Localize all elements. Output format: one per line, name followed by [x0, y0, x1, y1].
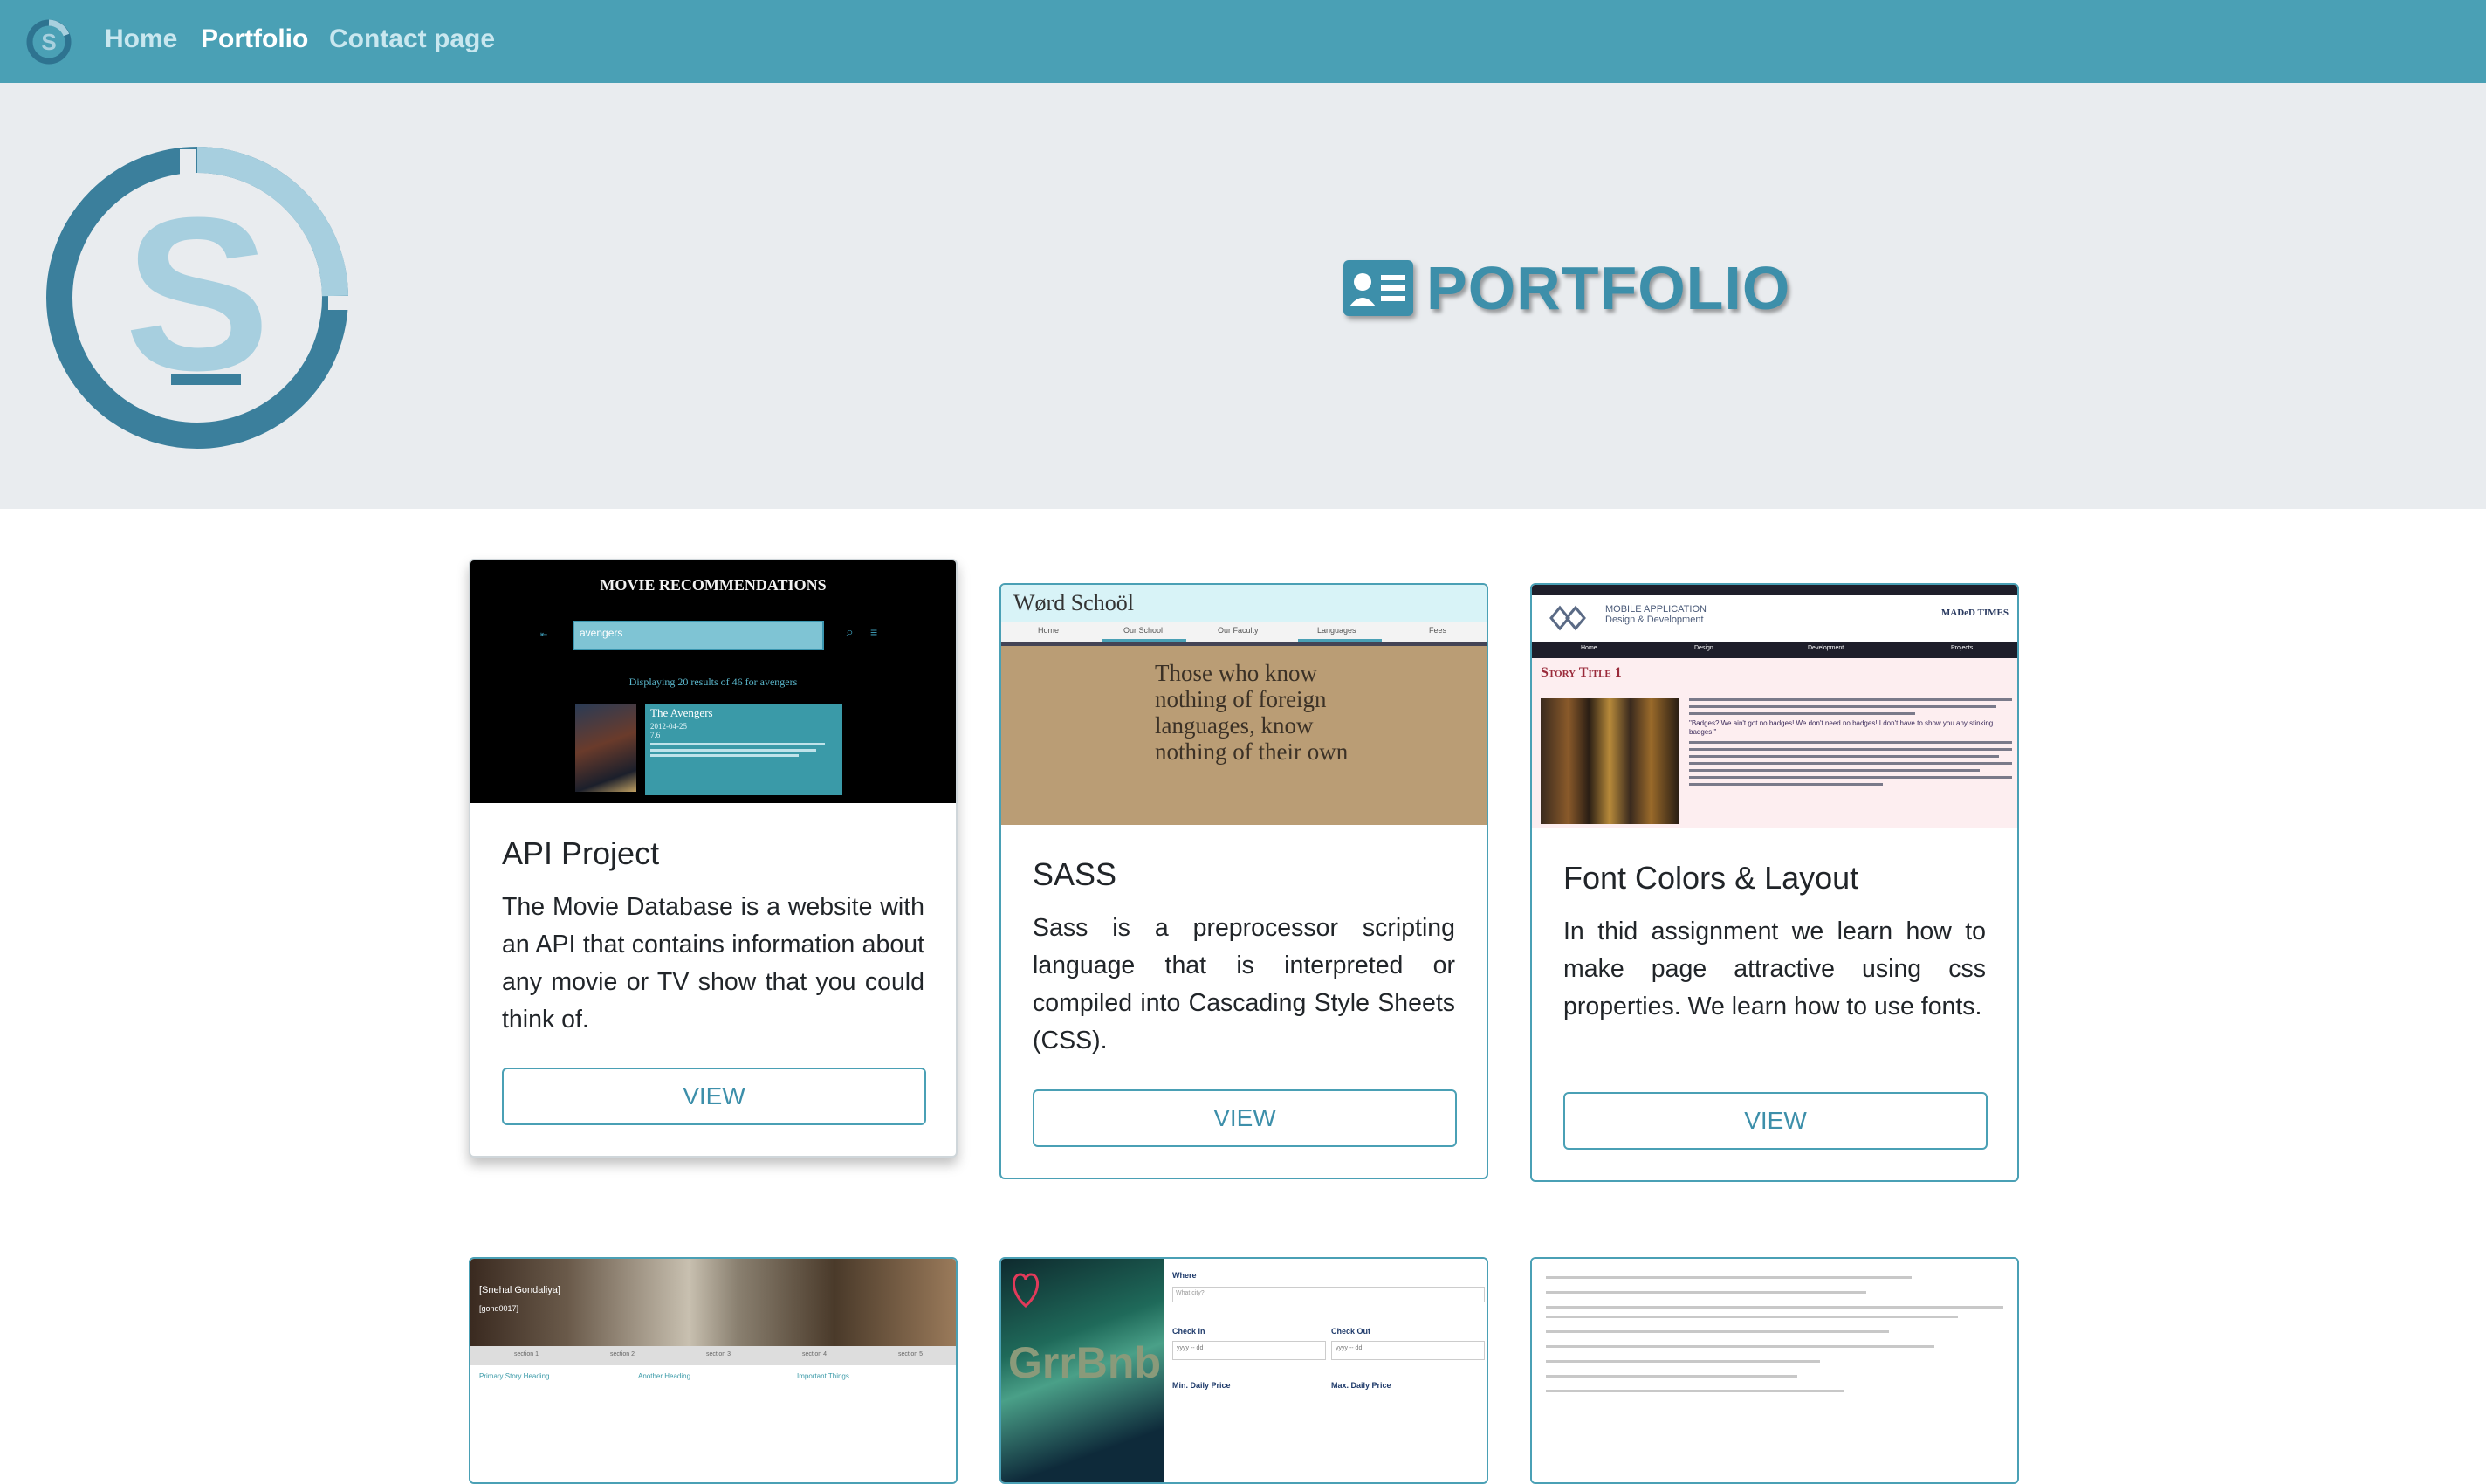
thumb-story-title: Story Title 1: [1541, 665, 1622, 680]
thumb-sections: section 1 section 2 section 3 section 4 …: [470, 1346, 956, 1365]
thumb-brand: Wørd Schoöl: [1013, 590, 1134, 615]
project-thumbnail[interactable]: [Snehal Gondaliya] [gond0017] section 1 …: [470, 1259, 956, 1482]
hero-banner: S PORTFOLIO: [0, 83, 2486, 509]
navbar: S Home Portfolio Contact page: [0, 0, 2486, 83]
brand-logo-icon[interactable]: S: [24, 17, 73, 66]
project-thumbnail[interactable]: Wørd Schoöl Home Our School Our Faculty …: [1001, 585, 1487, 825]
thumb-movie-panel: The Avengers 2012-04-25 7.6: [645, 704, 842, 795]
hero-logo-icon: S: [46, 147, 354, 449]
thumb-back-icon: ⇤: [540, 630, 548, 639]
project-thumbnail[interactable]: [1532, 1259, 2017, 1482]
thumb-badges-quote: "Badges? We ain't got no badges! We don'…: [1689, 719, 1994, 736]
thumb-aurora-image: GrrBnb: [1001, 1259, 1164, 1482]
thumb-movie-rating: 7.6: [650, 731, 661, 739]
id-card-icon: [1343, 260, 1413, 316]
project-thumbnail[interactable]: GrrBnb Where What city? Check In Check O…: [1001, 1259, 1487, 1482]
project-card-api: MOVIE RECOMMENDATIONS ⇤ avengers ⌕ ≡ Dis…: [469, 559, 958, 1158]
card-body: API Project The Movie Database is a webs…: [502, 835, 924, 1039]
view-button[interactable]: VIEW: [1033, 1089, 1457, 1147]
card-body: SASS Sass is a preprocessor scripting la…: [1033, 855, 1455, 1060]
thumb-results-text: Displaying 20 results of 46 for avengers: [628, 676, 798, 688]
project-card-6: [1530, 1257, 2019, 1484]
project-card-4: [Snehal Gondaliya] [gond0017] section 1 …: [469, 1257, 958, 1484]
thumb-heart-icon: [1013, 1273, 1039, 1309]
nav-link-portfolio[interactable]: Portfolio: [201, 21, 308, 58]
project-thumbnail[interactable]: MOVIE RECOMMENDATIONS ⇤ avengers ⌕ ≡ Dis…: [470, 560, 956, 803]
page-title: PORTFOLIO: [1341, 249, 1790, 327]
thumb-search-icon: ⌕: [846, 625, 854, 640]
card-text: Sass is a preprocessor scripting languag…: [1033, 914, 1455, 1055]
thumb-movie-date: 2012-04-25: [650, 722, 687, 731]
nav-link-home[interactable]: Home: [105, 21, 177, 58]
view-button[interactable]: VIEW: [1563, 1092, 1988, 1150]
nav-link-contact[interactable]: Contact page: [329, 21, 495, 58]
thumb-movie-poster: [575, 704, 636, 792]
thumb-header: Wørd Schoöl: [1001, 585, 1487, 622]
project-card-5: GrrBnb Where What city? Check In Check O…: [999, 1257, 1488, 1484]
thumb-menu-icon: ≡: [870, 625, 878, 639]
thumb-menu: Home Our School Our Faculty Languages Fe…: [1001, 622, 1487, 646]
card-title: API Project: [502, 835, 660, 871]
card-body: Font Colors & Layout In thid assignment …: [1563, 859, 1986, 1026]
svg-text:S: S: [41, 29, 56, 55]
page-title-text: PORTFOLIO: [1426, 254, 1791, 322]
thumb-quote: Those who know nothing of foreign langua…: [1155, 660, 1349, 765]
thumb-search-input: avengers: [573, 621, 824, 650]
project-thumbnail[interactable]: MOBILE APPLICATION Design & Development …: [1532, 585, 2017, 828]
thumb-logo-icon: [1549, 605, 1586, 631]
card-text: In thid assignment we learn how to make …: [1563, 917, 1986, 1020]
card-title: SASS: [1033, 856, 1117, 892]
view-button[interactable]: VIEW: [502, 1068, 926, 1125]
thumb-movie-title: The Avengers: [650, 706, 713, 719]
thumb-street-image: [Snehal Gondaliya] [gond0017]: [470, 1259, 956, 1346]
thumb-menu: Home Design Development Projects: [1532, 642, 2017, 658]
project-card-font-colors: MOBILE APPLICATION Design & Development …: [1530, 583, 2019, 1182]
project-card-sass: Wørd Schoöl Home Our School Our Faculty …: [999, 583, 1488, 1179]
thumb-header: MOBILE APPLICATION Design & Development …: [1532, 595, 2017, 642]
thumb-image: [1541, 698, 1679, 824]
card-title: Font Colors & Layout: [1563, 860, 1859, 896]
card-text: The Movie Database is a website with an …: [502, 893, 924, 1034]
thumb-heading: MOVIE RECOMMENDATIONS: [600, 576, 827, 594]
